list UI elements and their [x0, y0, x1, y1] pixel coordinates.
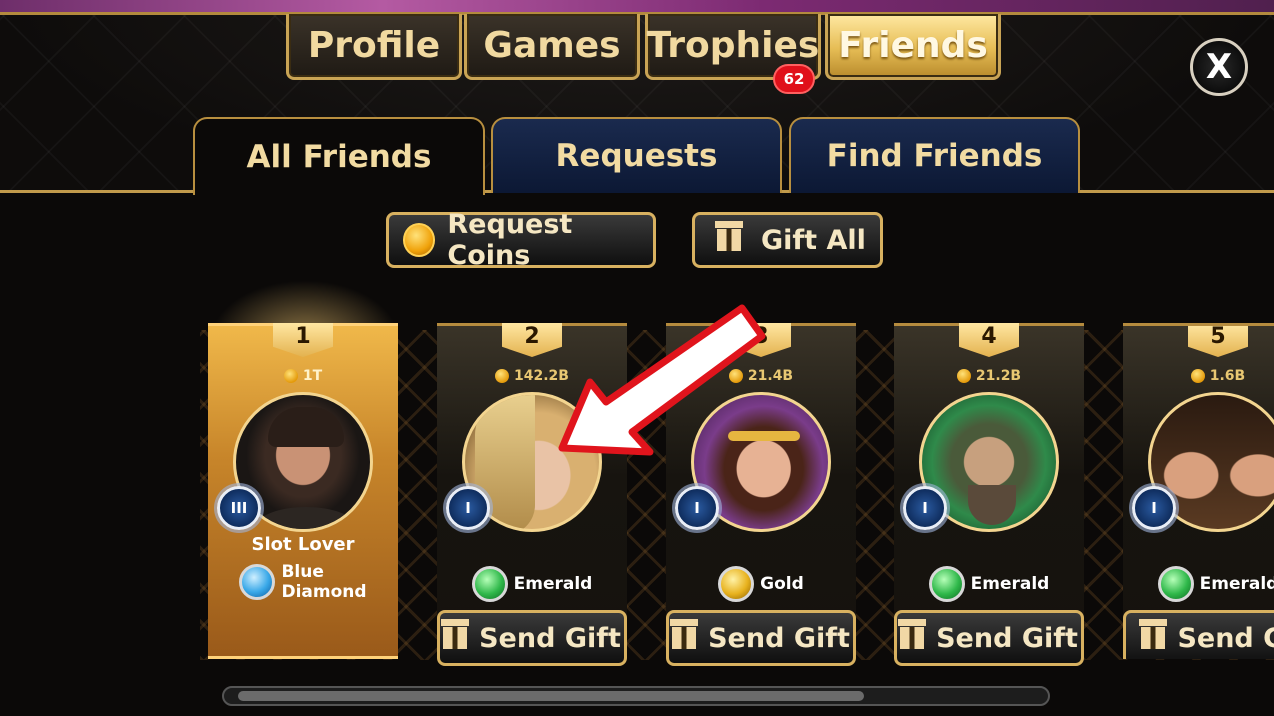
request-coins-label: Request Coins [447, 209, 573, 271]
coin-balance-value: 21.2B [975, 368, 1022, 384]
tier-status: Blue Diamond [208, 562, 398, 602]
coin-balance-value: 1T [302, 368, 323, 384]
subtab-find-friends[interactable]: Find Friends [789, 117, 1080, 193]
gift-icon [670, 619, 699, 649]
friend-card-4[interactable]: 4 21.2B I Emerald Send Gift [894, 323, 1084, 666]
coin-balance-value: 1.6B [1209, 368, 1246, 384]
tab-friends[interactable]: Friends [825, 14, 1001, 80]
coin-icon [956, 369, 971, 383]
emerald-icon [928, 566, 965, 602]
rank-badge: 5 [1188, 326, 1248, 357]
tab-games-label: Games [483, 25, 621, 66]
coin-icon [728, 369, 743, 383]
send-gift-button[interactable]: Send Gift [666, 610, 856, 666]
tier-label: Emerald [513, 574, 593, 594]
send-gift-button[interactable]: Send Gift [437, 610, 627, 666]
vip-level-icon: III [217, 486, 261, 530]
friend-card-1[interactable]: 1 1T III Slot Lover Blue Diamond [208, 323, 398, 659]
horizontal-scrollbar[interactable] [222, 686, 1050, 706]
coin-icon [283, 369, 298, 383]
gift-icon [898, 619, 927, 649]
tier-status: Emerald [894, 566, 1084, 602]
coin-balance-value: 21.4B [747, 368, 794, 384]
tier-status: Emerald [1123, 566, 1274, 602]
coin-balance: 21.2B [894, 368, 1084, 384]
rank-badge: 3 [731, 323, 791, 357]
request-coins-button[interactable]: Request Coins [386, 209, 656, 271]
tier-label: Blue Diamond [281, 562, 367, 602]
blue-diamond-icon [239, 564, 276, 600]
gift-all-label: Gift All [761, 224, 866, 256]
coin-balance: 21.4B [666, 368, 856, 384]
send-gift-button[interactable]: Send Gi [1123, 610, 1274, 659]
send-gift-button[interactable]: Send Gift [894, 610, 1084, 666]
coin-balance-value: 142.2B [514, 368, 569, 384]
close-icon: X [1205, 47, 1233, 87]
tab-games[interactable]: Games [464, 14, 640, 80]
send-gift-label: Send Gi [1177, 622, 1274, 654]
rank-badge: 1 [273, 323, 333, 357]
coin-balance: 1T [208, 368, 398, 384]
scrollbar-thumb[interactable] [238, 691, 864, 701]
vip-level-icon: I [903, 486, 947, 530]
subtab-all-friends-label: All Friends [246, 139, 432, 175]
coin-icon [495, 369, 510, 383]
tab-profile-label: Profile [307, 25, 441, 66]
coin-icon [1190, 369, 1205, 383]
send-gift-label: Send Gift [936, 622, 1078, 654]
subtab-all-friends[interactable]: All Friends [193, 117, 485, 195]
subtab-requests-label: Requests [555, 138, 718, 174]
coin-balance: 1.6B [1123, 368, 1274, 384]
gift-all-button[interactable]: Gift All [692, 212, 883, 268]
tier-status: Emerald [437, 566, 627, 602]
tab-friends-label: Friends [838, 25, 988, 66]
vip-level-icon: I [446, 486, 490, 530]
friend-card-2[interactable]: 2 142.2B I Emerald Send Gift [437, 323, 627, 666]
tier-status: Gold [666, 566, 856, 602]
subtab-requests[interactable]: Requests [491, 117, 782, 193]
tier-label: Gold [760, 574, 804, 594]
player-name: Slot Lover [251, 534, 355, 555]
rank-badge: 2 [502, 323, 562, 357]
send-gift-label: Send Gift [479, 622, 621, 654]
close-button[interactable]: X [1190, 38, 1248, 96]
send-gift-label: Send Gift [708, 622, 850, 654]
rank-badge: 4 [959, 323, 1019, 357]
coin-icon [403, 223, 436, 257]
friend-card-5[interactable]: 5 1.6B I Emerald Send Gi [1123, 323, 1274, 659]
tier-label: Emerald [1199, 574, 1274, 594]
emerald-icon [1157, 566, 1194, 602]
gift-icon [715, 221, 743, 251]
top-border [0, 0, 1274, 15]
friend-card-3[interactable]: 3 21.4B I Gold Send Gift [666, 323, 856, 666]
tab-profile[interactable]: Profile [286, 14, 462, 80]
gift-icon [1139, 619, 1168, 649]
gold-icon [718, 566, 755, 602]
trophies-count-badge: 62 [773, 64, 815, 94]
gift-icon [441, 619, 470, 649]
vip-level-icon: I [675, 486, 719, 530]
coin-balance: 142.2B [437, 368, 627, 384]
subtab-find-friends-label: Find Friends [826, 138, 1043, 174]
tier-label: Emerald [970, 574, 1050, 594]
tab-trophies-label: Trophies [646, 25, 820, 66]
emerald-icon [471, 566, 508, 602]
vip-level-icon: I [1132, 486, 1176, 530]
